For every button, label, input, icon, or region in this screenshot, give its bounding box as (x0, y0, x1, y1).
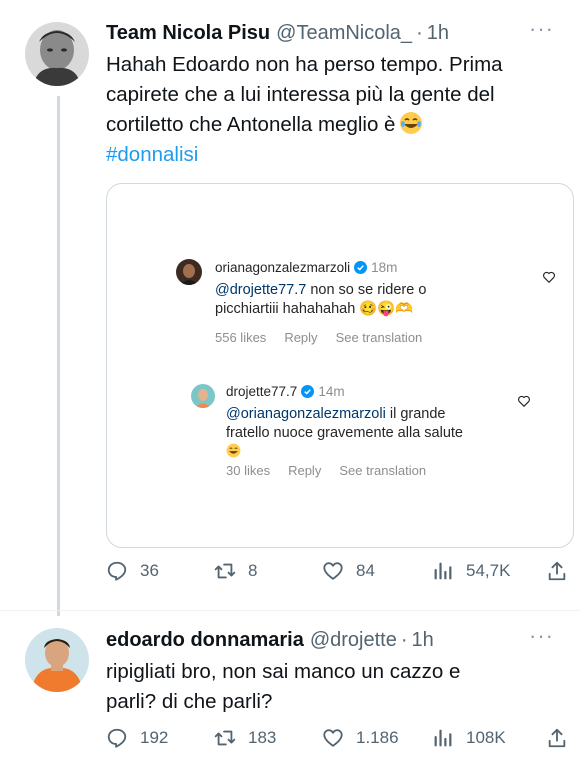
tweet-header: edoardo donnamaria @drojette · 1h (106, 629, 434, 652)
tweet-edoardo[interactable]: edoardo donnamaria @drojette · 1h ··· ri… (0, 610, 580, 781)
share-icon (548, 728, 566, 748)
retweet-button[interactable]: 183 (214, 727, 276, 749)
comment-reply: Reply (288, 463, 322, 478)
comment-text-segment: non so se ridere o (306, 282, 427, 298)
share-button[interactable] (546, 727, 580, 749)
tweet-text-line: Hahah Edoardo non ha perso tempo. Prima (106, 53, 503, 76)
separator: · (400, 629, 408, 651)
comment-text: @drojette77.7 non so se ridere o picchia… (215, 281, 495, 319)
share-icon (548, 561, 566, 581)
verified-icon (301, 385, 315, 398)
laughing-emoji-icon (226, 443, 241, 458)
reply-count: 36 (140, 561, 159, 580)
display-name[interactable]: Team Nicola Pisu (106, 22, 270, 45)
tweet-text-line: ripigliati bro, non sai manco un cazzo e (106, 660, 461, 683)
comment-mention: @drojette77.7 (215, 282, 307, 298)
comment-translate: See translation (335, 330, 423, 345)
display-name[interactable]: edoardo donnamaria (106, 629, 304, 652)
like-count: 1.186 (356, 728, 399, 747)
user-handle[interactable]: @drojette (310, 629, 397, 652)
tweet-text-segment: cortiletto che Antonella meglio è (106, 113, 396, 136)
comment-reply: Reply (284, 330, 318, 345)
instagram-comments-screenshot: orianagonzalezmarzoli 18m @drojette77.7 n… (129, 206, 555, 494)
views-button[interactable]: 54,7K (432, 560, 510, 582)
more-icon[interactable]: ··· (529, 625, 554, 647)
tweet-team-nicola[interactable]: Team Nicola Pisu @TeamNicola_ · 1h ··· H… (0, 0, 580, 616)
separator: · (416, 22, 423, 44)
avatar-edoardo[interactable] (25, 628, 89, 692)
reply-icon (107, 561, 127, 581)
comment-text-line: @drojette77.7 non so se ridere o (215, 281, 495, 300)
comment-text-line: picchiartiii hahahahah 🥴😜🫶 (215, 300, 495, 319)
tweet-text: ripigliati bro, non sai manco un cazzo e… (106, 657, 556, 717)
comment-avatar-drojette (191, 384, 215, 408)
views-button[interactable]: 108K (432, 727, 506, 749)
comment-header: drojette77.7 14m (226, 384, 345, 399)
like-button[interactable]: 84 (322, 560, 375, 582)
comment-meta: 556 likes Reply See translation (215, 330, 440, 345)
tweet-text-line: capirete che a lui interessa più la gent… (106, 83, 495, 106)
thread-line (57, 96, 60, 616)
hashtag-link[interactable]: #donnalisi (106, 140, 556, 170)
retweet-icon (214, 730, 236, 746)
comment-text-segment: il grande (385, 406, 446, 422)
reply-button[interactable]: 192 (106, 727, 168, 749)
views-icon (434, 562, 452, 580)
like-count: 84 (356, 561, 375, 580)
views-count: 54,7K (466, 561, 511, 580)
comment-time: 14m (318, 384, 345, 399)
tweet-actions: 192 183 1.186 108K (106, 727, 566, 757)
comment-text-segment: picchiartiii hahahahah (215, 301, 356, 317)
comment-emoji: 🥴😜🫶 (359, 301, 414, 317)
retweet-icon (214, 563, 236, 579)
comment-translate: See translation (339, 463, 427, 478)
comment-mention: @orianagonzalezmarzoli (226, 406, 386, 422)
comment-text-line: @orianagonzalezmarzoli il grande (226, 405, 516, 424)
share-button[interactable] (546, 560, 580, 582)
retweet-count: 183 (248, 728, 277, 747)
tweet-text: Hahah Edoardo non ha perso tempo. Prima … (106, 50, 556, 170)
comment-username: orianagonzalezmarzoli (215, 260, 351, 275)
comment-text: @orianagonzalezmarzoli il grande fratell… (226, 405, 516, 462)
heart-outline-icon (518, 395, 530, 408)
retweet-button[interactable]: 8 (214, 560, 257, 582)
like-icon (323, 729, 343, 747)
reply-icon (107, 728, 127, 748)
tweet-actions: 36 8 84 54,7K (106, 560, 566, 590)
timestamp[interactable]: 1h (412, 629, 434, 652)
comment-header: orianagonzalezmarzoli 18m (215, 260, 397, 275)
user-handle[interactable]: @TeamNicola_ (276, 22, 412, 45)
tweet-header: Team Nicola Pisu @TeamNicola_ · 1h (106, 22, 449, 45)
comment-likes: 556 likes (215, 330, 267, 345)
heart-outline-icon (543, 271, 555, 284)
like-icon (323, 562, 343, 580)
comment-time: 18m (371, 260, 398, 275)
comment-emoji-line (226, 443, 516, 462)
comment-avatar-oriana (176, 259, 202, 285)
like-button[interactable]: 1.186 (322, 727, 399, 749)
laughing-emoji-icon (400, 112, 423, 134)
avatar-team-nicola[interactable] (25, 22, 89, 86)
reply-count: 192 (140, 728, 169, 747)
views-count: 108K (466, 728, 506, 747)
views-icon (434, 729, 452, 747)
timestamp[interactable]: 1h (427, 22, 449, 45)
tweet-text-line: cortiletto che Antonella meglio è (106, 110, 556, 140)
more-icon[interactable]: ··· (529, 18, 554, 40)
comment-username: drojette77.7 (226, 384, 298, 399)
retweet-count: 8 (248, 561, 258, 580)
embedded-image[interactable]: orianagonzalezmarzoli 18m @drojette77.7 n… (106, 183, 574, 548)
verified-icon (354, 261, 368, 274)
comment-meta: 30 likes Reply See translation (226, 463, 444, 478)
comment-likes: 30 likes (226, 463, 271, 478)
comment-text-line: fratello nuoce gravemente alla salute (226, 425, 463, 441)
tweet-text-line: parli? di che parli? (106, 690, 273, 713)
reply-button[interactable]: 36 (106, 560, 159, 582)
